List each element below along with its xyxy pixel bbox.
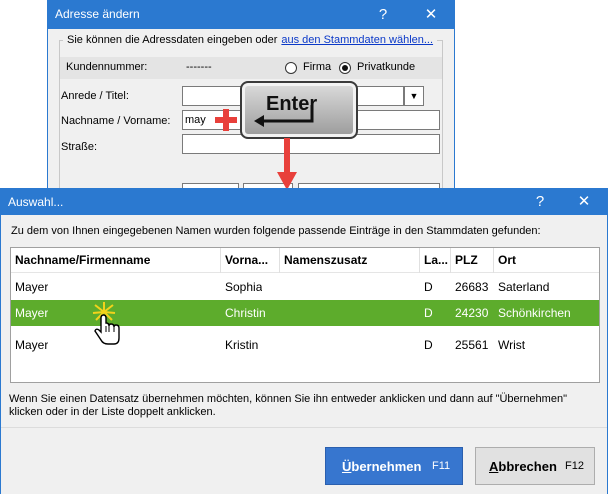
cell-plz: 26683 xyxy=(455,280,489,294)
cell-city: Schönkirchen xyxy=(498,306,571,320)
enter-arrow-icon xyxy=(254,105,314,127)
column-header-suffix[interactable]: Namenszusatz xyxy=(280,248,420,273)
column-header-firstname[interactable]: Vorna... xyxy=(221,248,280,273)
cell-suffix xyxy=(280,300,284,326)
hand-cursor-icon xyxy=(92,302,120,345)
name-label: Nachname / Vorname: xyxy=(61,115,171,127)
cell-firstname: Sophia xyxy=(225,280,263,294)
cell-plz: 25561 xyxy=(455,338,489,352)
cell-name: Mayer xyxy=(15,280,49,294)
accept-button-shortcut: F11 xyxy=(432,460,451,472)
hint-text: Wenn Sie einen Datensatz übernehmen möch… xyxy=(9,393,567,418)
column-header-country[interactable]: La... xyxy=(420,248,451,273)
list-header: Nachname/Firmenname Vorna... Namenszusat… xyxy=(11,248,599,273)
choose-from-master-data-link[interactable]: aus den Stammdaten wählen... xyxy=(281,34,433,46)
cell-suffix xyxy=(280,274,284,300)
cell-firstname: Christin xyxy=(225,306,266,320)
accept-button-label: Übernehmen xyxy=(342,459,422,474)
plus-icon xyxy=(215,109,237,131)
cell-city: Saterland xyxy=(498,280,550,294)
cell-plz: 24230 xyxy=(455,306,489,320)
address-group-label: Sie können die Adressdaten eingeben oder… xyxy=(63,34,438,46)
column-header-plz[interactable]: PLZ xyxy=(451,248,494,273)
enter-key-icon: Enter xyxy=(240,81,358,139)
info-text: Zu dem von Ihnen eingegebenen Namen wurd… xyxy=(11,225,541,237)
street-label: Straße: xyxy=(61,141,98,153)
cell-city: Wrist xyxy=(498,338,526,352)
chevron-down-icon[interactable]: ▼ xyxy=(404,86,424,106)
customer-number-value: ------- xyxy=(186,61,212,73)
cell-country: D xyxy=(424,280,433,294)
close-icon[interactable]: ✕ xyxy=(561,189,607,215)
selection-dialog-titlebar: Auswahl... ? ✕ xyxy=(1,189,607,215)
cancel-button[interactable]: Abbrechen F12 xyxy=(475,447,595,485)
radio-firma[interactable] xyxy=(285,62,297,74)
customer-number-label: Kundennummer: xyxy=(66,61,148,73)
accept-button[interactable]: Übernehmen F11 xyxy=(325,447,463,485)
help-icon[interactable]: ? xyxy=(517,189,563,215)
cell-country: D xyxy=(424,306,433,320)
cancel-button-shortcut: F12 xyxy=(565,460,584,472)
cancel-button-label: Abbrechen xyxy=(489,459,557,474)
salutation-label: Anrede / Titel: xyxy=(61,90,129,102)
cell-firstname: Kristin xyxy=(225,338,259,352)
radio-firma-label: Firma xyxy=(303,61,332,73)
group-label-text: Sie können die Adressdaten eingeben oder xyxy=(67,34,278,46)
cell-suffix xyxy=(280,332,284,358)
arrow-down-icon xyxy=(277,138,297,190)
cell-country: D xyxy=(424,338,433,352)
radio-privatkunde[interactable] xyxy=(339,62,351,74)
table-row[interactable]: Mayer Sophia D 26683 Saterland xyxy=(11,274,599,300)
cell-name: Mayer xyxy=(15,338,49,352)
column-header-city[interactable]: Ort xyxy=(494,248,599,273)
column-header-name[interactable]: Nachname/Firmenname xyxy=(11,248,221,273)
selection-dialog-title: Auswahl... xyxy=(8,195,64,209)
cell-name: Mayer xyxy=(15,306,49,320)
radio-privatkunde-label: Privatkunde xyxy=(357,61,416,73)
